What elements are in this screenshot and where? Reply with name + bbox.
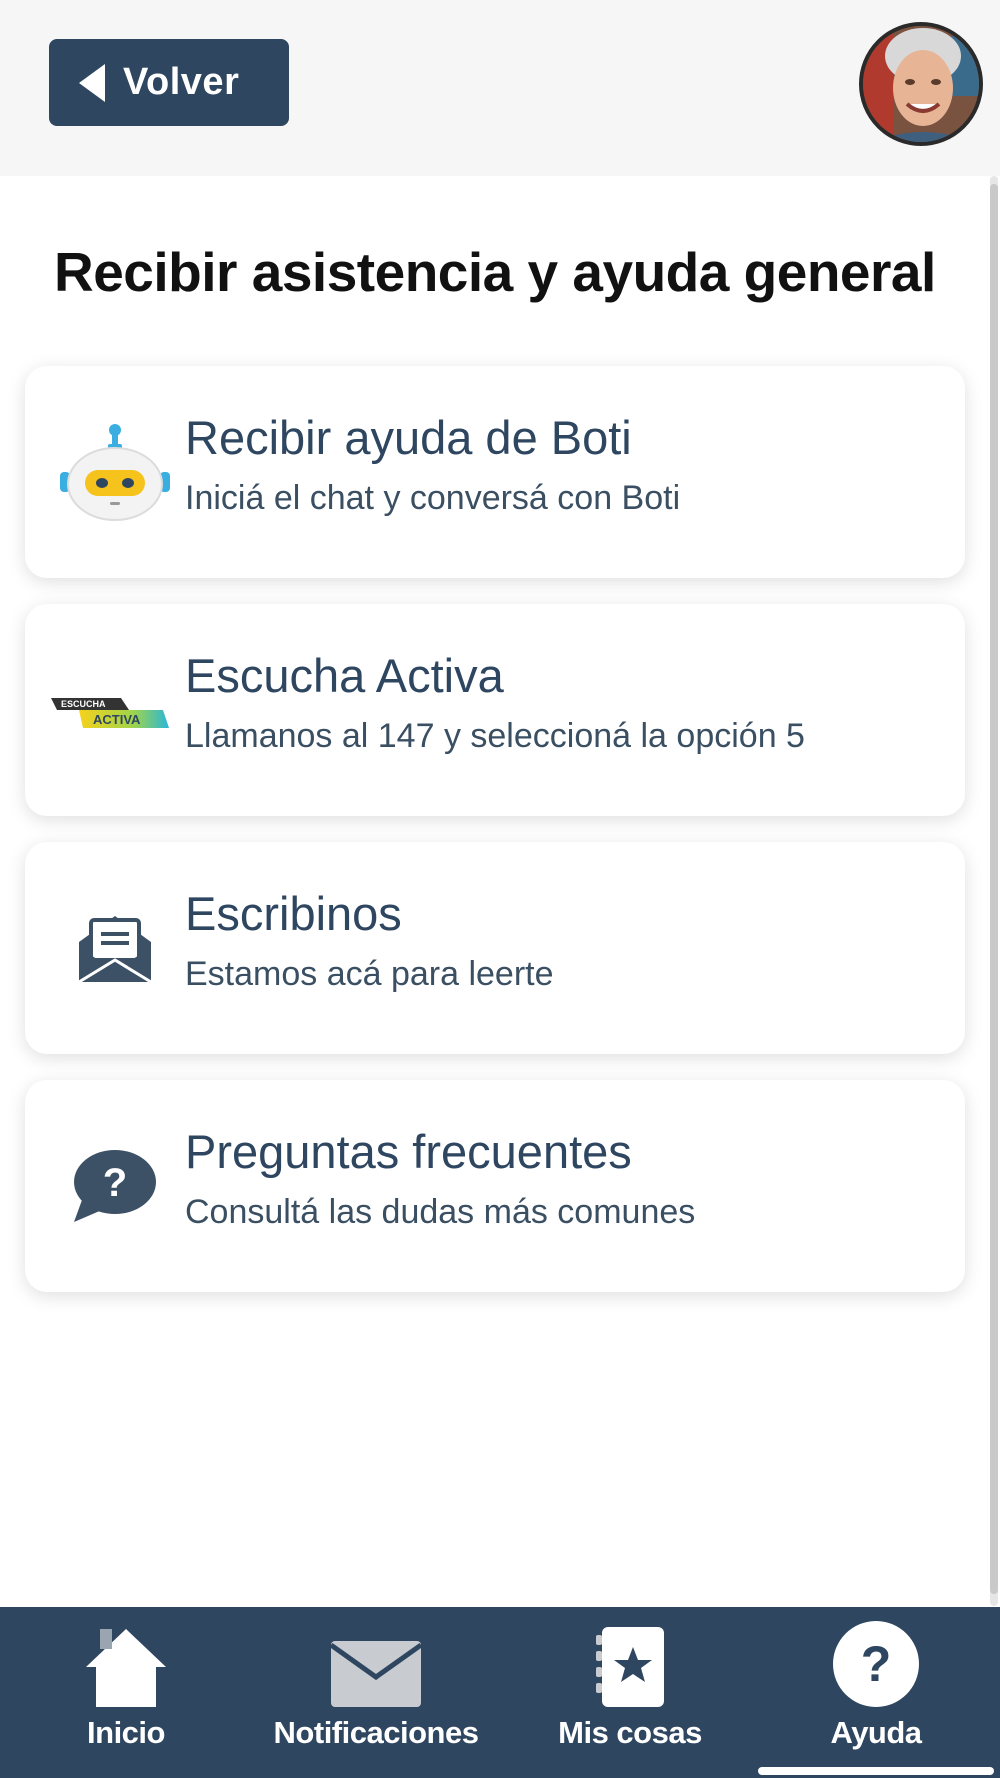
- back-button[interactable]: Volver: [49, 39, 289, 126]
- nav-label: Notificaciones: [273, 1715, 479, 1750]
- svg-text:?: ?: [103, 1161, 127, 1205]
- page-title: Recibir asistencia y ayuda general: [54, 241, 936, 303]
- option-subtitle: Estamos acá para leerte: [185, 955, 554, 993]
- top-header: Volver: [0, 0, 1000, 176]
- option-title: Escucha Activa: [185, 649, 504, 702]
- star-book-icon: [590, 1607, 670, 1715]
- mail-icon: [329, 1607, 423, 1715]
- escucha-activa-logo: ESCUCHA ACTIVA: [51, 650, 171, 770]
- option-card-escucha-activa[interactable]: ESCUCHA ACTIVA Escucha Activa Llamanos a…: [25, 604, 965, 816]
- back-arrow-icon: [79, 63, 105, 102]
- nav-label: Inicio: [87, 1715, 165, 1750]
- svg-text:?: ?: [861, 1636, 892, 1692]
- nav-item-ayuda[interactable]: ? Ayuda: [796, 1607, 956, 1778]
- nav-label: Mis cosas: [558, 1715, 702, 1750]
- nav-item-mis-cosas[interactable]: Mis cosas: [540, 1607, 720, 1778]
- option-subtitle: Consultá las dudas más comunes: [185, 1193, 696, 1231]
- avatar-photo: [863, 26, 979, 142]
- scrollbar[interactable]: [990, 176, 998, 1606]
- nav-item-notificaciones[interactable]: Notificaciones: [262, 1607, 490, 1778]
- option-subtitle: Llamanos al 147 y seleccioná la opción 5: [185, 717, 805, 755]
- option-subtitle: Iniciá el chat y conversá con Boti: [185, 479, 681, 517]
- option-card-boti[interactable]: Recibir ayuda de Boti Iniciá el chat y c…: [25, 366, 965, 578]
- nav-active-indicator: [758, 1767, 994, 1775]
- scrollbar-thumb[interactable]: [990, 184, 998, 1594]
- option-card-escribinos[interactable]: Escribinos Estamos acá para leerte: [25, 842, 965, 1054]
- help-circle-icon: ?: [831, 1607, 921, 1715]
- option-title: Recibir ayuda de Boti: [185, 411, 632, 464]
- logo-text-bottom: ACTIVA: [93, 712, 141, 727]
- logo-text-top: ESCUCHA: [61, 699, 106, 709]
- bottom-nav: Inicio Notificaciones Mis cosas ? Ayuda: [0, 1607, 1000, 1778]
- option-title: Preguntas frecuentes: [185, 1125, 632, 1178]
- nav-item-inicio[interactable]: Inicio: [56, 1607, 196, 1778]
- option-card-preguntas[interactable]: ? Preguntas frecuentes Consultá las duda…: [25, 1080, 965, 1292]
- avatar[interactable]: [859, 22, 983, 146]
- option-title: Escribinos: [185, 887, 402, 940]
- nav-label: Ayuda: [830, 1715, 922, 1750]
- robot-icon: [55, 412, 175, 532]
- back-button-label: Volver: [123, 61, 240, 103]
- envelope-open-icon: [55, 888, 175, 1008]
- question-bubble-icon: ?: [55, 1126, 175, 1246]
- home-icon: [84, 1607, 168, 1715]
